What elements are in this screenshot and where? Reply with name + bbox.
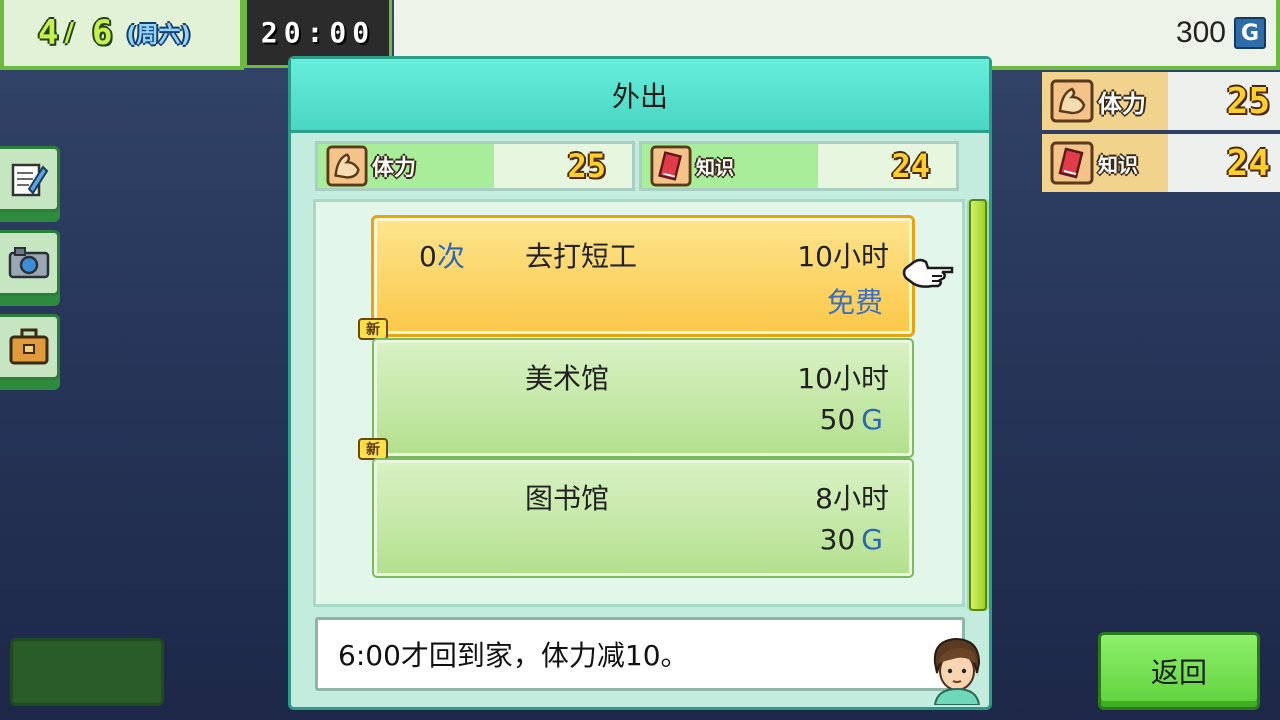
- dialog-title: 外出: [611, 79, 668, 113]
- stamina-row: 体力 25: [1042, 72, 1280, 130]
- option-name: 图书馆: [525, 482, 610, 515]
- pointing-hand-icon: [902, 258, 954, 288]
- option-cost: 30 G: [819, 523, 883, 556]
- message-box: 6:00才回到家，体力减10。: [315, 617, 965, 691]
- month-number: 4: [38, 13, 59, 53]
- briefcase-button[interactable]: [0, 314, 60, 380]
- knowledge-label: 知识: [1098, 152, 1138, 177]
- stamina-value: 25: [1226, 80, 1270, 122]
- message-text: 6:00才回到家，体力减10。: [338, 639, 689, 672]
- new-badge: 新: [358, 318, 388, 340]
- book-icon: [650, 145, 692, 187]
- dialog-knowledge-label: 知识: [696, 156, 735, 179]
- back-button-label: 返回: [1150, 656, 1207, 689]
- date-separator: /: [64, 18, 74, 48]
- option-hours: 10小时: [797, 362, 889, 395]
- scroll-thumb[interactable]: [969, 199, 987, 611]
- option-hours: 8小时: [815, 482, 889, 515]
- option-library[interactable]: 图书馆 8小时 30 G: [372, 458, 914, 578]
- dialog-stamina: 体力 25: [315, 141, 635, 191]
- briefcase-icon: [9, 328, 48, 365]
- option-cost: 免费: [826, 286, 883, 319]
- date-display: 4 / 6 (周六): [0, 0, 244, 70]
- camera-icon: [8, 247, 49, 279]
- option-part-time-job[interactable]: 0次 去打短工 10小时 免费: [371, 215, 915, 337]
- stats-panel: 体力 25 知识 24: [1042, 72, 1280, 196]
- clock-time: 20:00: [260, 16, 376, 49]
- option-hours: 10小时: [797, 240, 889, 273]
- back-button[interactable]: 返回: [1098, 632, 1260, 710]
- new-badge: 新: [358, 438, 388, 460]
- book-icon: [1050, 141, 1094, 185]
- dialog-stamina-value: 25: [567, 147, 606, 185]
- camera-button[interactable]: [0, 230, 60, 296]
- notepad-icon: [11, 163, 48, 197]
- dialog-knowledge-value: 24: [891, 147, 930, 185]
- muscle-icon: [326, 145, 368, 187]
- option-art-museum[interactable]: 美术馆 10小时 50 G: [372, 338, 914, 458]
- weekday-label: (周六): [126, 23, 191, 48]
- option-list: 0次 去打短工 10小时 免费 新 美术馆 10小时 50 G 新 图书馆 8小时…: [313, 199, 965, 607]
- dialog-header: 外出: [291, 59, 989, 133]
- option-name: 美术馆: [525, 362, 610, 395]
- menu-button[interactable]: [10, 638, 164, 706]
- option-cost: 50 G: [819, 403, 883, 436]
- list-scrollbar[interactable]: [967, 199, 989, 611]
- dialog-stats: 体力 25 知识 24: [315, 141, 959, 191]
- knowledge-value: 24: [1226, 142, 1270, 184]
- character-avatar-icon: [933, 637, 981, 705]
- dialog-stamina-label: 体力: [372, 156, 417, 181]
- outing-dialog: 外出 体力 25 知识 24 0次 去打短工 10小时 免费 新 美术馆 10小…: [288, 56, 992, 710]
- notepad-button[interactable]: [0, 146, 60, 212]
- knowledge-row: 知识 24: [1042, 134, 1280, 192]
- dialog-knowledge: 知识 24: [639, 141, 959, 191]
- muscle-icon: [1050, 79, 1094, 123]
- day-number: 6: [91, 13, 113, 53]
- currency-icon: G: [1234, 17, 1266, 49]
- option-name: 去打短工: [525, 240, 638, 273]
- stamina-label: 体力: [1098, 89, 1146, 118]
- visit-count: 0次: [419, 240, 465, 273]
- money-amount: 300: [1175, 16, 1226, 49]
